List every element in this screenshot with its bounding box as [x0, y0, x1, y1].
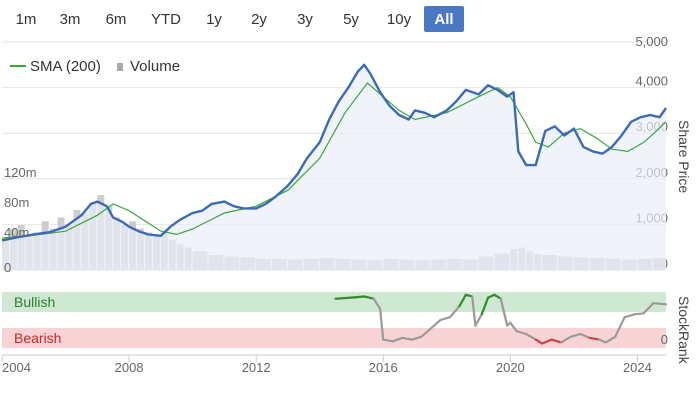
stockrank-tick-label: 0 [661, 332, 668, 347]
stockrank-axis-title: StockRank [676, 296, 692, 365]
price-tick-label: 5,000 [635, 34, 668, 49]
legend-sma-label: SMA (200) [30, 58, 101, 75]
stockrank-segment [652, 302, 668, 306]
stockrank-segment [633, 312, 645, 316]
price-tick-label: 4,000 [635, 74, 668, 89]
share-price-chart: 5,0004,0003,0002,0001,0000.00120m80m40m0… [1, 34, 692, 375]
x-tick-label: 2016 [369, 360, 398, 375]
stockrank-segment [623, 313, 636, 319]
stockrank-segment [350, 295, 366, 299]
x-tick-label: 2012 [242, 360, 271, 375]
x-tick-label: 2020 [496, 360, 525, 375]
x-tick-label: 2008 [115, 360, 144, 375]
price-area [2, 64, 666, 270]
legend-volume-swatch [117, 63, 123, 71]
legend-volume-label: Volume [130, 58, 180, 75]
stockrank-segment [439, 316, 452, 322]
price-axis-title: Share Price [676, 120, 692, 193]
bearish-band [2, 328, 666, 348]
stockrank-segment [334, 296, 353, 300]
bullish-band [2, 292, 666, 312]
volume-tick-label: 40m [4, 225, 29, 240]
stockrank-segment [474, 313, 483, 327]
volume-tick-label: 80m [4, 195, 29, 210]
volume-tick-label: 120m [4, 165, 37, 180]
x-tick-label: 2004 [2, 360, 31, 375]
stockrank-segment [429, 318, 442, 330]
bullish-label: Bullish [14, 294, 55, 310]
bearish-label: Bearish [14, 330, 61, 346]
x-tick-label: 2024 [623, 360, 652, 375]
volume-tick-label: 0 [4, 260, 11, 275]
